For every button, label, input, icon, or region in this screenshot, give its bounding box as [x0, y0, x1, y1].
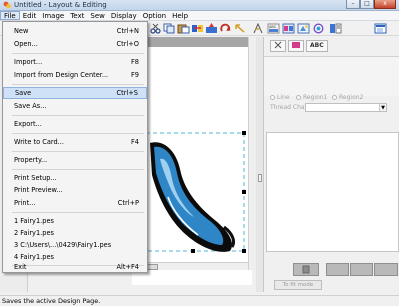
menu-item-property[interactable]: Property... — [3, 154, 147, 166]
paste-icon[interactable] — [177, 23, 190, 34]
design-page[interactable] — [132, 47, 252, 285]
open-icon[interactable] — [374, 23, 387, 34]
window-title: Untitled - Layout & Editing — [14, 1, 107, 9]
menu-item-import[interactable]: Import... F8 — [3, 56, 147, 68]
radio-region1[interactable]: Region1 — [296, 94, 327, 101]
copy-icon[interactable] — [163, 23, 176, 34]
tab-color[interactable] — [288, 40, 304, 52]
stitch-list[interactable] — [266, 132, 399, 252]
pattern-icon[interactable]: ABC — [267, 23, 280, 34]
menu-item-new[interactable]: New Ctrl+N — [3, 25, 147, 37]
menu-item-recent-3[interactable]: 3 C:\Users\...\0429\Fairy1.pes — [3, 239, 147, 251]
tab-stitch[interactable] — [270, 40, 286, 52]
tab-text[interactable]: ABC — [306, 40, 328, 52]
menu-item-recent-2[interactable]: 2 Fairy1.pes — [3, 227, 147, 239]
view-icon[interactable] — [297, 23, 310, 34]
menu-sew[interactable]: Sew — [87, 11, 107, 20]
color-icon[interactable] — [282, 23, 295, 34]
menu-file[interactable]: File — [0, 11, 20, 20]
panel-button[interactable] — [293, 263, 319, 276]
radio-dot-icon — [296, 95, 301, 100]
file-menu: New Ctrl+N Open... Ctrl+O Import... F8 Impo… — [2, 21, 148, 273]
panel-options — [264, 56, 399, 96]
bar-icon — [302, 265, 310, 274]
panel-button[interactable] — [326, 263, 349, 276]
menu-bar: File Edit Image Text Sew Display Option … — [0, 11, 399, 21]
thread-chart-label: Thread Chart — [270, 104, 310, 111]
resize-handle[interactable] — [191, 249, 195, 253]
menu-help[interactable]: Help — [169, 11, 191, 20]
menu-item-recent-1[interactable]: 1 Fairy1.pes — [3, 215, 147, 227]
resize-handle[interactable] — [242, 190, 246, 194]
vertical-scrollbar[interactable] — [248, 37, 256, 270]
menu-item-write-to-card[interactable]: Write to Card... F4 — [3, 136, 147, 148]
menu-display[interactable]: Display — [108, 11, 140, 20]
panel-button[interactable] — [350, 263, 373, 276]
menu-separator — [12, 133, 144, 134]
window-controls: – □ x — [346, 0, 396, 10]
maximize-button[interactable]: □ — [360, 0, 374, 9]
close-button[interactable]: x — [374, 0, 396, 9]
menu-item-print-setup[interactable]: Print Setup... — [3, 172, 147, 184]
menu-separator — [12, 212, 144, 213]
status-bar: Saves the active Design Page. — [0, 295, 399, 306]
stitch-icon — [274, 41, 282, 49]
panel-splitter[interactable] — [256, 37, 264, 292]
minimize-button[interactable]: – — [346, 0, 360, 9]
cut-icon[interactable] — [149, 23, 162, 34]
menu-item-import-design-center[interactable]: Import from Design Center... F9 — [3, 69, 147, 81]
transfer-icon[interactable] — [205, 23, 218, 34]
menu-item-save[interactable]: Save Ctrl+S — [3, 87, 147, 99]
chart-icon[interactable] — [312, 23, 325, 34]
menu-item-exit[interactable]: Exit Alt+F4 — [3, 261, 147, 273]
fit-mode-button[interactable]: To fit mode — [274, 280, 322, 290]
splitter-grip-icon[interactable] — [258, 174, 262, 182]
menu-separator — [12, 169, 144, 170]
layout-icon[interactable] — [329, 23, 342, 34]
menu-item-export[interactable]: Export... — [3, 118, 147, 130]
menu-option[interactable]: Option — [140, 11, 169, 20]
svg-text:ABC: ABC — [269, 25, 277, 29]
color-swatch-icon — [292, 42, 300, 48]
menu-separator — [12, 115, 144, 116]
app-icon — [3, 1, 11, 9]
chevron-down-icon: ▼ — [379, 104, 386, 111]
resize-handle[interactable] — [242, 249, 246, 253]
rotate-icon[interactable] — [219, 23, 232, 34]
menu-item-open[interactable]: Open... Ctrl+O — [3, 38, 147, 50]
title-bar: Untitled - Layout & Editing – □ x — [0, 0, 399, 11]
sew-icon[interactable] — [191, 23, 204, 34]
radio-dot-icon — [270, 95, 275, 100]
menu-edit[interactable]: Edit — [20, 11, 40, 20]
select-icon[interactable] — [234, 23, 247, 34]
resize-handle[interactable] — [242, 131, 246, 135]
menu-separator — [12, 151, 144, 152]
menu-item-print[interactable]: Print... Ctrl+P — [3, 197, 147, 209]
thread-chart-select[interactable]: ▼ — [305, 103, 387, 112]
radio-line[interactable]: Line — [270, 94, 290, 101]
text-icon[interactable] — [252, 23, 265, 34]
panel-button[interactable] — [374, 263, 398, 276]
menu-separator — [12, 84, 144, 85]
menu-item-save-as[interactable]: Save As... — [3, 100, 147, 112]
panel-tabs: ABC — [270, 40, 328, 52]
menu-item-print-preview[interactable]: Print Preview... — [3, 184, 147, 196]
menu-image[interactable]: Image — [39, 11, 67, 20]
embroidery-design[interactable] — [132, 47, 252, 285]
radio-region2[interactable]: Region2 — [332, 94, 363, 101]
menu-separator — [12, 53, 144, 54]
menu-text[interactable]: Text — [67, 11, 87, 20]
radio-dot-icon — [332, 95, 337, 100]
